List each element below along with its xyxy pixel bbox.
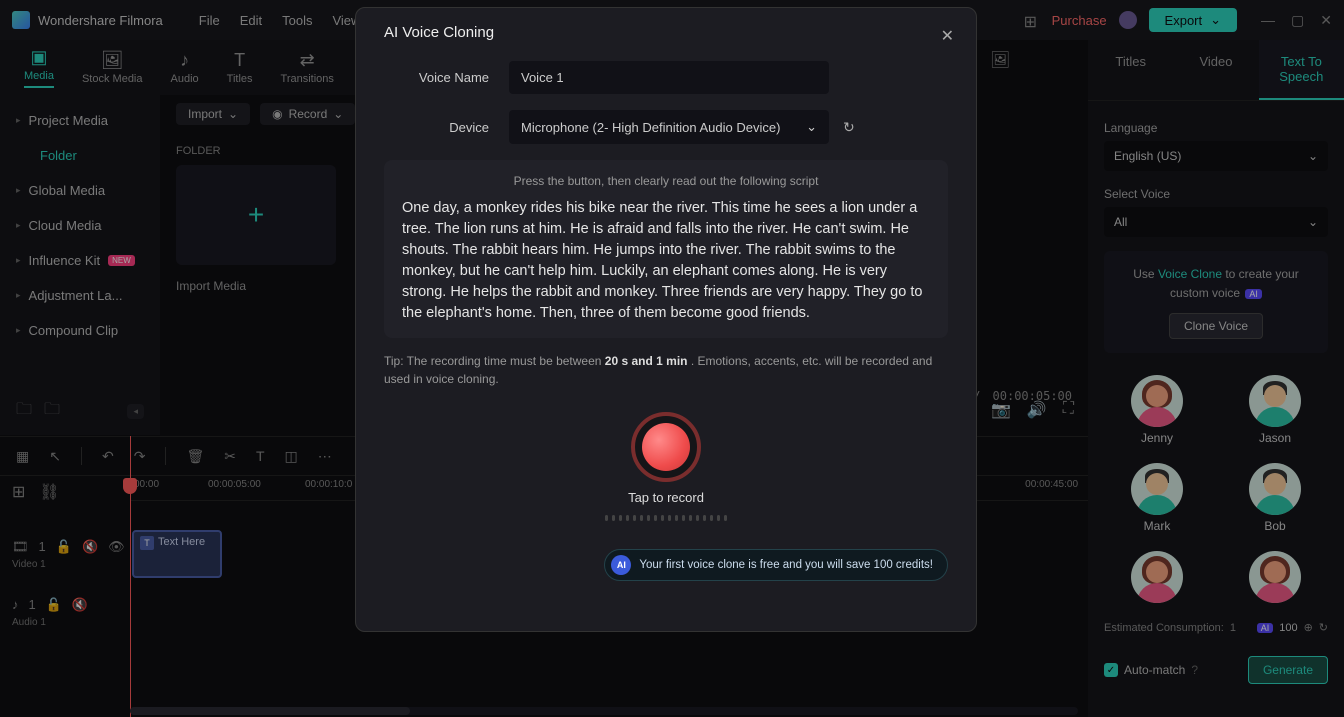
- refresh-devices-icon[interactable]: ↻: [843, 119, 855, 136]
- script-box: Press the button, then clearly read out …: [384, 160, 948, 338]
- script-hint: Press the button, then clearly read out …: [402, 174, 930, 188]
- tip-bold: 20 s and 1 min: [605, 354, 688, 368]
- close-modal-icon[interactable]: ✕: [941, 26, 954, 46]
- recording-tip: Tip: The recording time must be between …: [384, 352, 948, 388]
- waveform-placeholder: [605, 515, 727, 521]
- record-inner-icon: [642, 423, 690, 471]
- device-select[interactable]: Microphone (2- High Definition Audio Dev…: [509, 110, 829, 144]
- device-label: Device: [384, 120, 509, 135]
- credits-info-pill: AI Your first voice clone is free and yo…: [604, 549, 948, 581]
- tip-prefix: Tip: The recording time must be between: [384, 354, 605, 368]
- modal-title: AI Voice Cloning: [384, 24, 948, 41]
- voice-name-label: Voice Name: [384, 70, 509, 85]
- script-text: One day, a monkey rides his bike near th…: [402, 198, 930, 324]
- record-label: Tap to record: [628, 490, 704, 505]
- device-value: Microphone (2- High Definition Audio Dev…: [521, 120, 780, 135]
- ai-icon: AI: [611, 555, 631, 575]
- chevron-down-icon: ⌄: [806, 119, 817, 135]
- voice-cloning-modal: AI Voice Cloning ✕ Voice Name Device Mic…: [355, 7, 977, 632]
- record-button[interactable]: [631, 412, 701, 482]
- voice-name-input[interactable]: [509, 61, 829, 94]
- credits-message: Your first voice clone is free and you w…: [639, 559, 933, 571]
